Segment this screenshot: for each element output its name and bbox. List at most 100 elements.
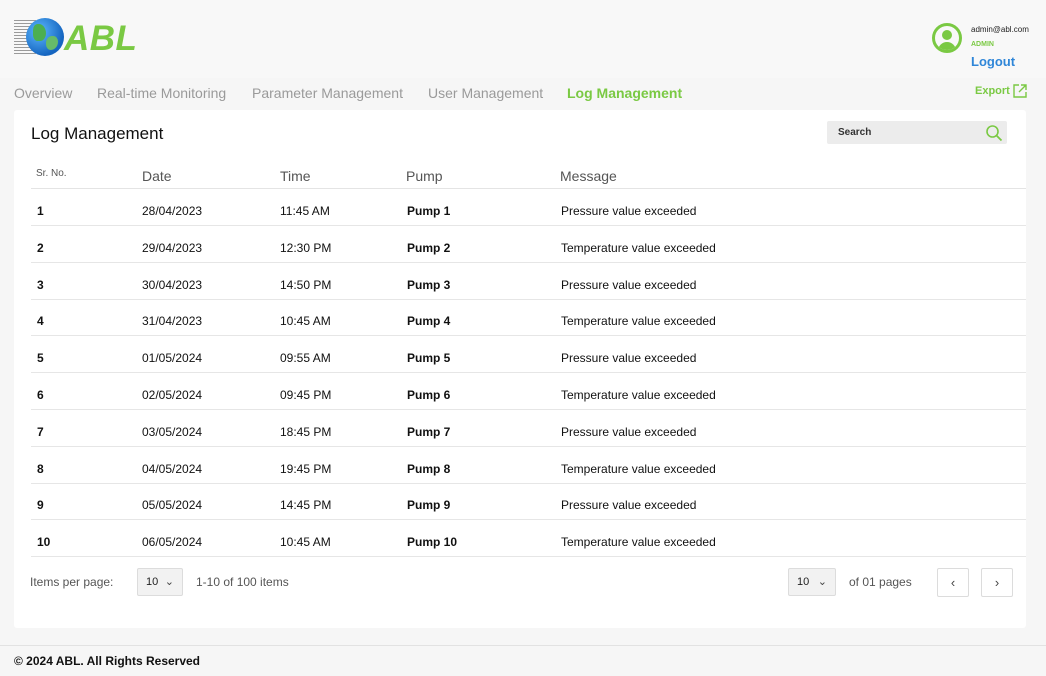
cell-time: 19:45 PM: [280, 461, 332, 476]
pages-label: of 01 pages: [849, 575, 912, 589]
col-header-date: Date: [142, 168, 172, 184]
chevron-right-icon: ›: [994, 575, 1000, 590]
cell-date: 28/04/2023: [142, 204, 203, 218]
cell-message: Pressure value exceeded: [561, 351, 697, 366]
cell-date: 02/05/2024: [142, 388, 203, 402]
logout-link[interactable]: Logout: [971, 54, 1015, 69]
cell-time: 09:55 AM: [280, 351, 331, 366]
cell-srno: 4: [37, 314, 44, 329]
page-select[interactable]: 10 ⌄: [788, 568, 836, 596]
cell-pump: Pump 8: [407, 461, 451, 476]
user-role: ADMIN: [971, 41, 994, 48]
tab-overview[interactable]: Overview: [14, 85, 72, 101]
user-email: admin@abl.com: [971, 25, 1029, 34]
cell-date: 29/04/2023: [142, 240, 203, 255]
col-header-time: Time: [280, 168, 311, 184]
cell-message: Temperature value exceeded: [561, 314, 716, 329]
cell-pump: Pump 2: [407, 240, 451, 255]
cell-time: 11:45 AM: [280, 204, 330, 218]
cell-date: 01/05/2024: [142, 351, 203, 366]
chevron-down-icon: ⌄: [164, 576, 174, 588]
cell-pump: Pump 7: [407, 424, 451, 439]
page-select-value: 10: [797, 576, 810, 588]
table-row[interactable]: 7 03/05/2024 18:45 PM Pump 7 Pressure value …: [31, 410, 1026, 447]
abl-logo[interactable]: ABL: [14, 17, 138, 59]
cell-srno: 10: [37, 535, 51, 550]
col-header-srno: Sr. No.: [36, 168, 67, 179]
tab-log-management[interactable]: Log Management: [567, 85, 682, 101]
table-row[interactable]: 10 06/05/2024 10:45 AM Pump 10 Temperature v…: [31, 520, 1026, 558]
cell-time: 14:50 PM: [280, 277, 332, 292]
table-row[interactable]: 2 29/04/2023 12:30 PM Pump 2 Temperature val…: [31, 226, 1026, 263]
cell-srno: 1: [37, 204, 44, 218]
cell-srno: 6: [37, 388, 44, 402]
cell-date: 30/04/2023: [142, 277, 203, 292]
cell-srno: 2: [37, 240, 44, 255]
items-per-page-value: 10: [146, 576, 159, 588]
search-input[interactable]: Search: [827, 121, 1007, 144]
globe-icon: [26, 18, 64, 56]
col-header-pump: Pump: [406, 168, 443, 184]
cell-message: Temperature value exceeded: [561, 461, 716, 476]
items-per-page-select[interactable]: 10 ⌄: [137, 568, 183, 596]
items-range: 1-10 of 100 items: [196, 575, 289, 589]
cell-pump: Pump 9: [407, 498, 451, 513]
table-row[interactable]: 8 04/05/2024 19:45 PM Pump 8 Temperature val…: [31, 447, 1026, 484]
cell-date: 31/04/2023: [142, 314, 203, 329]
items-per-page-label: Items per page:: [30, 575, 114, 589]
table-row[interactable]: 3 30/04/2023 14:50 PM Pump 3 Pressure value …: [31, 263, 1026, 300]
page-title: Log Management: [31, 124, 164, 143]
user-avatar-icon[interactable]: [932, 23, 962, 53]
cell-date: 04/05/2024: [142, 461, 203, 476]
table-row[interactable]: 5 01/05/2024 09:55 AM Pump 5 Pressure value …: [31, 336, 1026, 374]
export-button[interactable]: Export: [975, 85, 1010, 97]
cell-message: Pressure value exceeded: [561, 424, 697, 439]
cell-srno: 9: [37, 498, 44, 513]
cell-time: 18:45 PM: [280, 424, 332, 439]
main-nav: Overview Real-time Monitoring Parameter …: [0, 79, 1046, 109]
chevron-down-icon: ⌄: [817, 576, 827, 588]
cell-srno: 7: [37, 424, 44, 439]
cell-pump: Pump 3: [407, 277, 451, 292]
table-row[interactable]: 4 31/04/2023 10:45 AM Pump 4 Temperature val…: [31, 299, 1026, 337]
table-row[interactable]: 1 28/04/2023 11:45 AM Pump 1 Pressure value …: [31, 189, 1026, 226]
cell-srno: 8: [37, 461, 44, 476]
cell-date: 06/05/2024: [142, 535, 203, 550]
footer-divider: [0, 645, 1046, 646]
cell-date: 05/05/2024: [142, 498, 203, 513]
logo-text: ABL: [64, 19, 138, 58]
cell-message: Temperature value exceeded: [561, 388, 716, 402]
cell-message: Pressure value exceeded: [561, 498, 697, 513]
cell-time: 10:45 AM: [280, 535, 331, 550]
cell-message: Pressure value exceeded: [561, 277, 697, 292]
cell-message: Temperature value exceeded: [561, 535, 716, 550]
cell-time: 10:45 AM: [280, 314, 331, 329]
cell-date: 03/05/2024: [142, 424, 203, 439]
prev-page-button[interactable]: ‹: [937, 568, 969, 597]
cell-time: 09:45 PM: [280, 388, 332, 402]
search-icon[interactable]: [985, 124, 1003, 142]
tab-real-time-monitoring[interactable]: Real-time Monitoring: [97, 85, 226, 101]
cell-time: 14:45 PM: [280, 498, 332, 513]
tab-parameter-management[interactable]: Parameter Management: [252, 85, 403, 101]
cell-message: Pressure value exceeded: [561, 204, 697, 218]
col-header-message: Message: [560, 168, 617, 184]
chevron-left-icon: ‹: [950, 575, 956, 590]
cell-pump: Pump 6: [407, 388, 451, 402]
cell-time: 12:30 PM: [280, 240, 332, 255]
log-management-card: Log Management Search Sr. No. Date Time …: [14, 110, 1026, 628]
table-row[interactable]: 6 02/05/2024 09:45 PM Pump 6 Temperature val…: [31, 373, 1026, 410]
app-header: ABL admin@abl.com ADMIN Logout: [0, 0, 1046, 78]
cell-pump: Pump 5: [407, 351, 451, 366]
cell-pump: Pump 10: [407, 535, 458, 550]
external-link-icon[interactable]: [1012, 83, 1028, 99]
cell-srno: 5: [37, 351, 44, 366]
cell-pump: Pump 1: [407, 204, 451, 218]
cell-srno: 3: [37, 277, 44, 292]
table-row[interactable]: 9 05/05/2024 14:45 PM Pump 9 Pressure value …: [31, 483, 1026, 521]
cell-pump: Pump 4: [407, 314, 451, 329]
footer-copyright: © 2024 ABL. All Rights Reserved: [14, 654, 201, 668]
next-page-button[interactable]: ›: [981, 568, 1013, 597]
search-placeholder: Search: [838, 127, 872, 138]
tab-user-management[interactable]: User Management: [428, 85, 543, 101]
